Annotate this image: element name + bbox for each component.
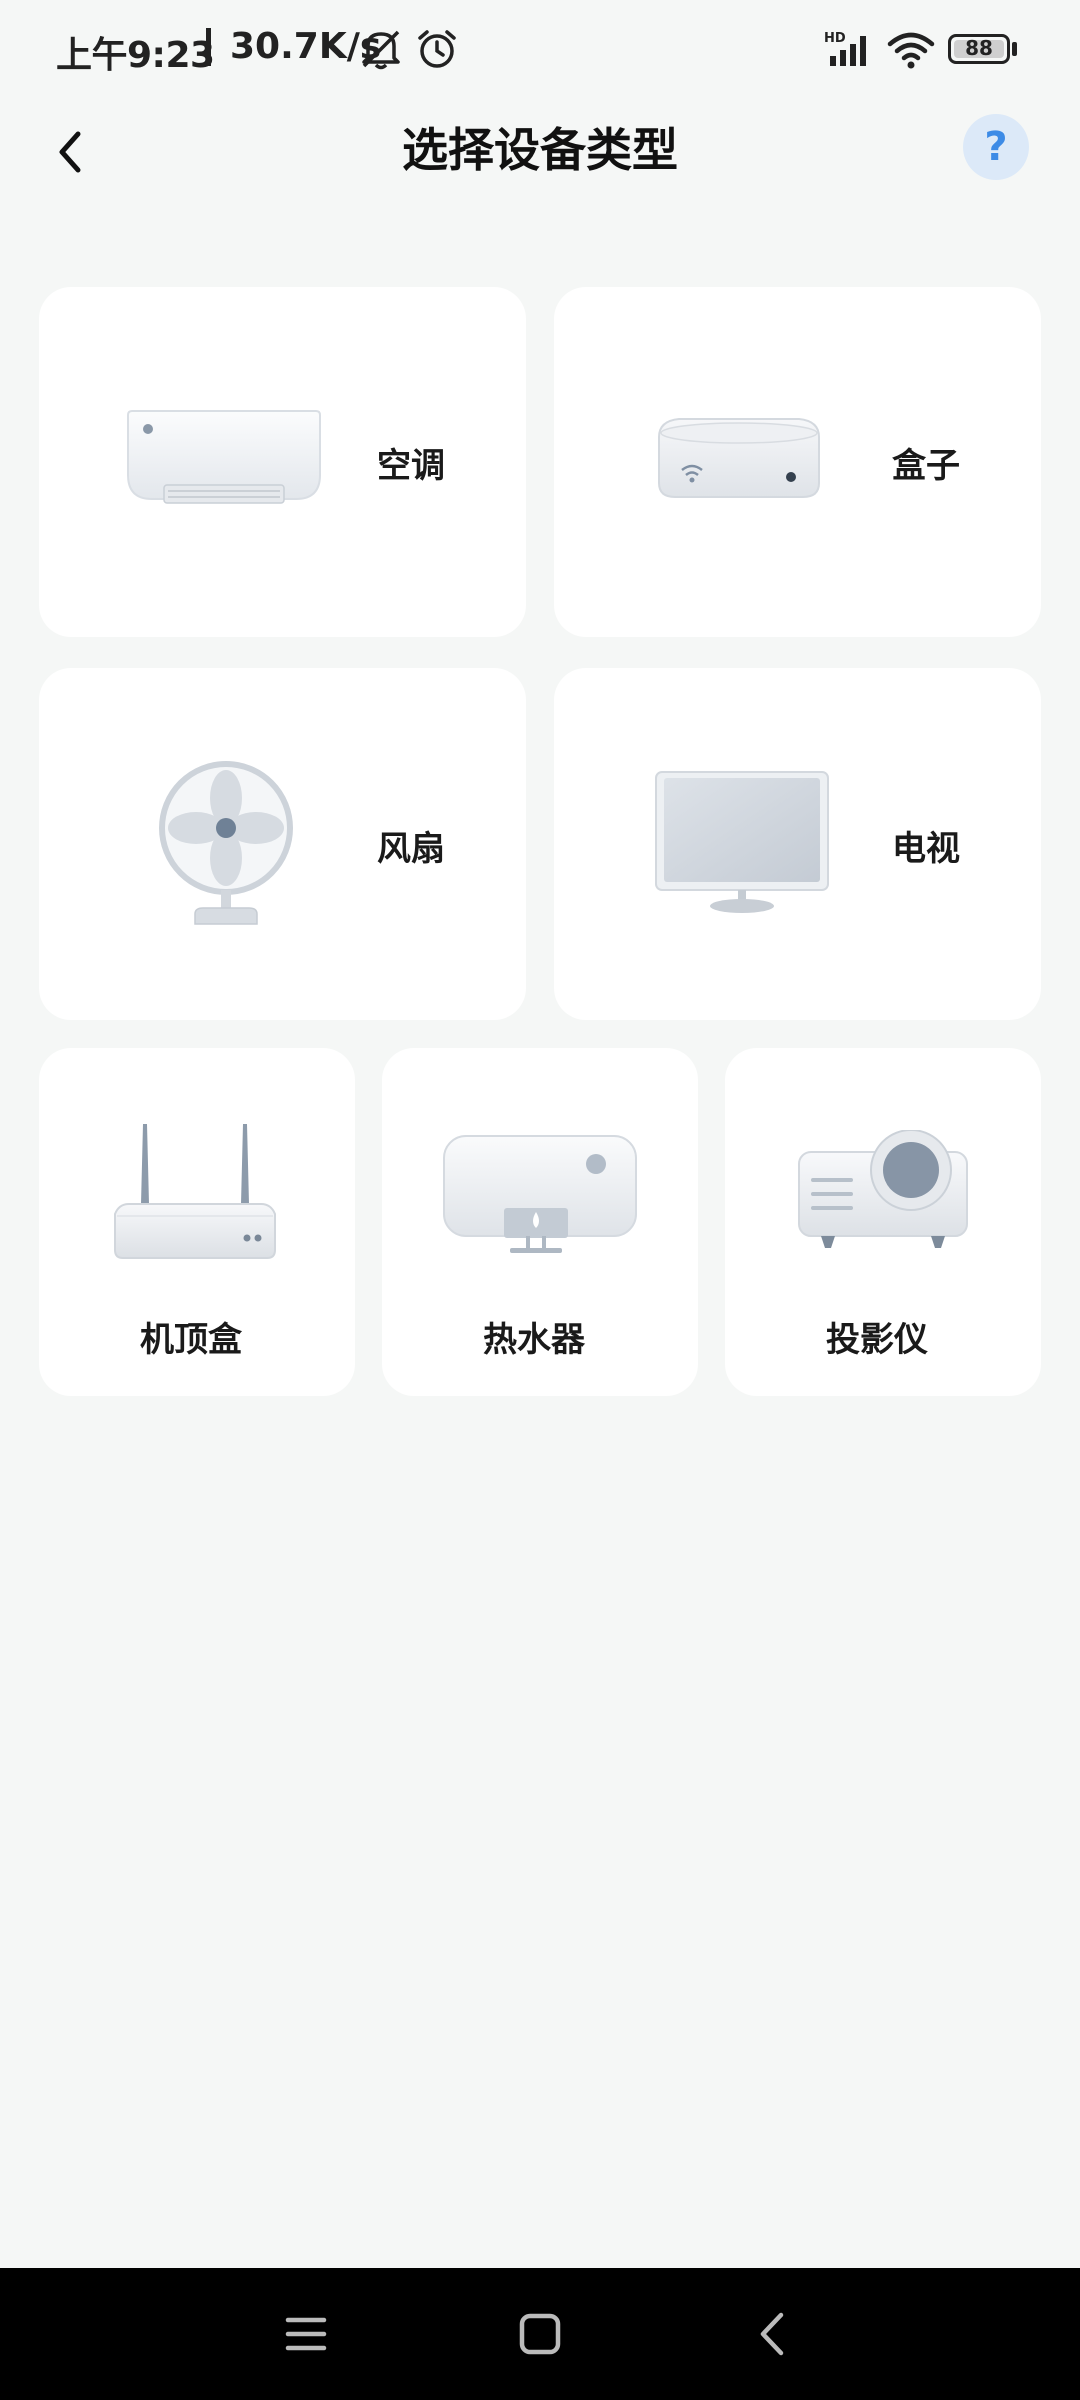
device-card-air-conditioner[interactable]: 空调: [39, 287, 526, 637]
tv-icon: [652, 768, 832, 922]
set-top-box-icon: [105, 1118, 285, 1272]
header: 选择设备类型 ?: [0, 104, 1080, 244]
menu-button[interactable]: [278, 2306, 334, 2362]
device-label: 空调: [377, 446, 445, 486]
status-separator: [206, 28, 211, 66]
system-back-button[interactable]: [744, 2306, 800, 2362]
device-card-set-top-box[interactable]: 机顶盒: [39, 1048, 355, 1396]
menu-icon: [285, 2317, 327, 2351]
system-nav-bar: [0, 2268, 1080, 2400]
device-card-box[interactable]: 盒子: [554, 287, 1041, 637]
device-label: 盒子: [892, 446, 960, 486]
help-icon: ?: [984, 124, 1008, 170]
hd-signal-icon: HD: [824, 28, 878, 74]
device-label: 投影仪: [826, 1320, 928, 1360]
alarm-icon: [416, 28, 458, 74]
svg-text:HD: HD: [824, 31, 846, 46]
device-label: 风扇: [377, 829, 445, 869]
battery-level: 88: [965, 36, 993, 60]
battery-cap: [1012, 42, 1017, 56]
device-card-fan[interactable]: 风扇: [39, 668, 526, 1020]
home-button[interactable]: [512, 2306, 568, 2362]
status-time: 上午9:23: [56, 35, 215, 76]
status-bar: 上午9:23 30.7K/s HD 88: [0, 0, 1080, 104]
device-label: 机顶盒: [140, 1320, 242, 1360]
device-label: 电视: [892, 829, 960, 869]
box-icon: [649, 407, 829, 511]
home-icon: [519, 2313, 561, 2355]
back-icon: [760, 2312, 784, 2356]
air-conditioner-icon: [124, 405, 324, 519]
mute-icon: [358, 28, 404, 74]
page-title: 选择设备类型: [402, 123, 678, 177]
device-label: 热水器: [483, 1320, 585, 1360]
water-heater-icon: [440, 1132, 640, 1266]
wifi-icon: [886, 28, 936, 74]
fan-icon: [151, 758, 301, 942]
device-card-tv[interactable]: 电视: [554, 668, 1041, 1020]
help-button[interactable]: ?: [963, 114, 1029, 180]
device-card-water-heater[interactable]: 热水器: [382, 1048, 698, 1396]
battery-icon: 88: [948, 34, 1010, 64]
device-card-projector[interactable]: 投影仪: [725, 1048, 1041, 1396]
projector-icon: [793, 1129, 973, 1264]
